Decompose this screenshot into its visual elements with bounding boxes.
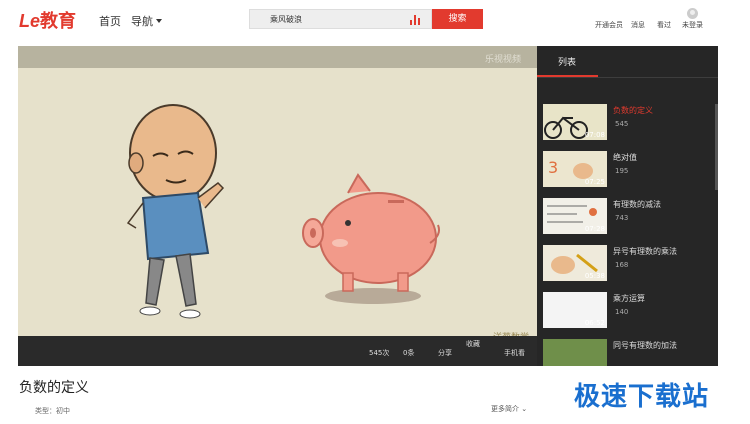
cartoon-boy — [126, 104, 225, 319]
list-item-title: 绝对值 — [613, 153, 637, 162]
video-player[interactable]: 乐视视频 545次 0条 分享 收藏 手机看 — [18, 46, 537, 366]
history-link[interactable]: 看过 — [657, 20, 671, 30]
list-item-count: 168 — [615, 261, 629, 269]
search-button[interactable]: 搜索 — [432, 9, 483, 29]
cartoon-scene — [126, 104, 440, 319]
video-type: 类型：初中 — [35, 407, 70, 415]
share-button[interactable]: 分享 — [438, 348, 452, 358]
piggy-bank — [302, 173, 440, 304]
avatar-icon[interactable] — [687, 8, 698, 19]
video-thumbnail: 07:28 — [543, 198, 607, 234]
vip-link[interactable]: 开通会员 — [595, 20, 623, 30]
list-item[interactable]: 05:38 异号有理数的乘法 168 — [543, 245, 711, 285]
search-input[interactable]: 乘风破浪 — [249, 9, 432, 29]
favorite-button[interactable]: 收藏 — [466, 339, 480, 349]
list-item[interactable]: 同号有理数的加法 — [543, 339, 711, 366]
list-item[interactable]: 06:52 乘方运算 140 — [543, 292, 711, 332]
playlist-sidebar: 列表 07:08 负数的定义 545 3 07:25 绝对值 195 07:28… — [537, 46, 718, 366]
search-input-value: 乘风破浪 — [270, 15, 302, 24]
more-intro-toggle[interactable]: 更多简介 ⌄ — [491, 404, 527, 414]
list-item-count: 545 — [615, 120, 629, 128]
divider — [537, 77, 718, 78]
nav-menu-dropdown[interactable]: 导航 — [131, 13, 162, 29]
tab-list[interactable]: 列表 — [558, 55, 576, 68]
video-thumbnail: 07:08 — [543, 104, 607, 140]
list-item-title: 异号有理数的乘法 — [613, 247, 677, 256]
list-item[interactable]: 3 07:25 绝对值 195 — [543, 151, 711, 191]
caret-down-icon — [156, 19, 162, 23]
play-count: 545次 — [369, 349, 390, 357]
list-item-title: 负数的定义 — [613, 106, 653, 115]
messages-link[interactable]: 消息 — [631, 20, 645, 30]
le-education-logo[interactable]: Le教育 — [19, 7, 76, 33]
list-item[interactable]: 07:08 负数的定义 545 — [543, 104, 711, 144]
top-header: Le教育 首页 导航 乘风破浪 搜索 开通会员 消息 看过 未登录 — [0, 0, 750, 40]
player-top-bar: 乐视视频 — [18, 46, 537, 68]
video-thumbnail — [543, 339, 607, 366]
page-title: 负数的定义 — [19, 380, 89, 396]
video-thumbnail: 05:38 — [543, 245, 607, 281]
login-link[interactable]: 未登录 — [682, 20, 703, 30]
player-control-bar: 545次 0条 分享 收藏 手机看 — [18, 336, 537, 366]
comment-count[interactable]: 0条 — [403, 348, 414, 358]
list-item-title: 有理数的减法 — [613, 200, 661, 209]
site-watermark: 极速下载站 — [574, 382, 710, 412]
video-thumbnail: 06:52 — [543, 292, 607, 328]
player-watermark: 乐视视频 — [484, 55, 521, 65]
list-item-count: 743 — [615, 214, 629, 222]
playlist-scrollbar[interactable] — [715, 104, 718, 190]
nav-home[interactable]: 首页 — [99, 13, 121, 29]
list-item-title: 同号有理数的加法 — [613, 341, 677, 350]
chevron-down-icon: ⌄ — [521, 405, 528, 413]
mobile-watch-button[interactable]: 手机看 — [504, 348, 525, 358]
list-item-count: 140 — [615, 308, 629, 316]
video-thumbnail: 3 07:25 — [543, 151, 607, 187]
list-item[interactable]: 07:28 有理数的减法 743 — [543, 198, 711, 238]
hot-search-bars-icon[interactable] — [410, 15, 421, 25]
list-item-title: 乘方运算 — [613, 294, 645, 303]
video-frame[interactable]: 洋葱数学 — [18, 68, 537, 343]
svg-text:3: 3 — [548, 158, 558, 177]
list-item-count: 195 — [615, 167, 629, 175]
